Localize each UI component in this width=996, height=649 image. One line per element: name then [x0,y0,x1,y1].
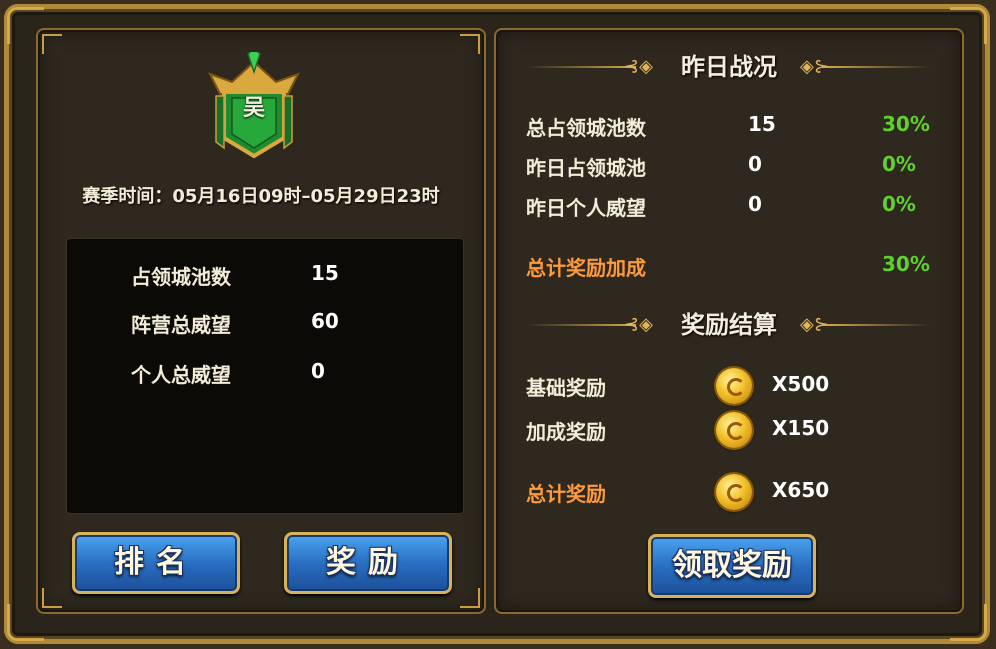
panel-corner [460,34,480,54]
row-label: 昨日占领城池 [526,156,646,180]
stat-value: 60 [311,309,339,333]
yesterday-section-header: ⊰◈ 昨日战况 ◈⊱ [496,50,962,84]
rank-button[interactable]: 排名 [72,532,240,594]
row-percent: 30% [882,112,930,136]
result-row-total-cities: 总占领城池数 15 30% [526,112,936,142]
row-value: 0 [748,192,762,216]
reward-amount: X150 [772,416,830,440]
stat-row-cities: 占领城池数 15 [131,261,431,291]
reward-row-bonus: 加成奖励 X150 [526,412,936,448]
result-row-total-bonus: 总计奖励加成 30% [526,252,936,282]
result-row-yesterday-cities: 昨日占领城池 0 0% [526,152,936,182]
divider-line [822,66,932,68]
total-bonus-percent: 30% [882,252,930,276]
season-stats-box: 占领城池数 15 阵营总威望 60 个人总威望 0 [66,238,464,514]
faction-letter: 吴 [242,96,265,121]
result-row-yesterday-prestige: 昨日个人威望 0 0% [526,192,936,222]
reward-label: 基础奖励 [526,376,606,400]
gold-coin-icon [716,368,752,404]
total-reward-amount: X650 [772,478,830,502]
settlement-section-header: ⊰◈ 奖励结算 ◈⊱ [496,308,962,342]
row-percent: 0% [882,152,916,176]
panel-corner [42,588,62,608]
divider-line [822,324,932,326]
stat-label: 占领城池数 [131,265,231,289]
total-reward-label: 总计奖励 [526,482,606,506]
row-percent: 0% [882,192,916,216]
stat-value: 15 [311,261,339,285]
row-label: 总占领城池数 [526,116,646,140]
faction-emblem-icon: 吴 [202,46,306,164]
panel-corner [42,34,62,54]
claim-reward-button[interactable]: 领取奖励 [648,534,816,598]
reward-amount: X500 [772,372,830,396]
reward-button[interactable]: 奖励 [284,532,452,594]
gold-coin-icon [716,412,752,448]
stat-label: 阵营总威望 [131,313,231,337]
reward-row-base: 基础奖励 X500 [526,368,936,404]
reward-row-total: 总计奖励 X650 [526,474,936,510]
stat-row-camp-prestige: 阵营总威望 60 [131,309,431,339]
stat-label: 个人总威望 [131,363,231,387]
stat-row-personal-prestige: 个人总威望 0 [131,359,431,389]
season-time: 赛季时间：05月16日09时–05月29日23时 [82,186,440,207]
row-value: 15 [748,112,776,136]
gold-coin-icon [716,474,752,510]
row-value: 0 [748,152,762,176]
reward-label: 加成奖励 [526,420,606,444]
results-panel: ⊰◈ 昨日战况 ◈⊱ 总占领城池数 15 30% 昨日占领城池 0 0% 昨日个… [494,28,964,614]
row-label: 昨日个人威望 [526,196,646,220]
panel-corner [460,588,480,608]
season-panel: 吴 赛季时间：05月16日09时–05月29日23时 占领城池数 15 阵营总威… [36,28,486,614]
total-bonus-label: 总计奖励加成 [526,256,646,280]
stat-value: 0 [311,359,325,383]
